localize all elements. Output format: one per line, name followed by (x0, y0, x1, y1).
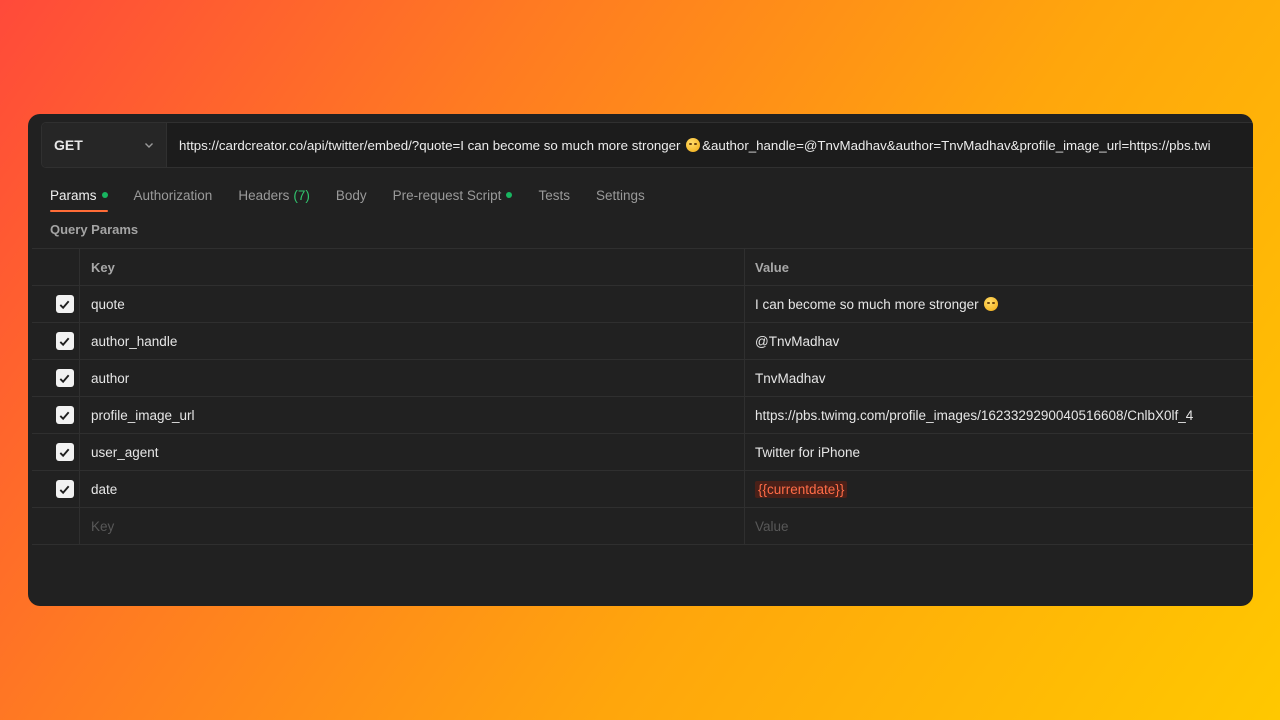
checkmark-icon (59, 300, 70, 309)
new-key-input[interactable]: Key (80, 508, 745, 544)
checkmark-icon (59, 374, 70, 383)
param-value-cell[interactable]: {{currentdate}} (745, 471, 1253, 507)
grinning-face-emoji-icon (686, 138, 701, 152)
tab-label: Authorization (133, 187, 213, 203)
table-row: date {{currentdate}} (32, 471, 1253, 508)
checkmark-icon (59, 411, 70, 420)
param-value-cell[interactable]: I can become so much more stronger (745, 286, 1253, 322)
table-row: user_agent Twitter for iPhone (32, 434, 1253, 471)
checkmark-icon (59, 448, 70, 457)
tab-label: Body (335, 187, 367, 203)
table-row: profile_image_url https://pbs.twimg.com/… (32, 397, 1253, 434)
value-column-header: Value (755, 259, 789, 275)
url-bar: GET https://cardcreator.co/api/twitter/e… (41, 122, 1253, 168)
active-tab-indicator (50, 210, 108, 212)
param-key-cell[interactable]: date (80, 471, 745, 507)
param-key-cell[interactable]: user_agent (80, 434, 745, 470)
param-checkbox[interactable] (55, 443, 74, 461)
param-checkbox[interactable] (55, 406, 74, 424)
status-dot (506, 192, 513, 198)
variable-token: {{currentdate}} (755, 480, 848, 498)
param-checkbox[interactable] (55, 295, 74, 313)
param-key-cell[interactable]: profile_image_url (80, 397, 745, 433)
header-checkbox-cell (32, 249, 80, 285)
query-params-table: Key Value quote I can become so much mor… (32, 248, 1253, 545)
table-row: quote I can become so much more stronger (32, 286, 1253, 323)
checkbox-cell (32, 323, 80, 359)
param-checkbox[interactable] (55, 369, 74, 387)
param-key-cell[interactable]: author_handle (80, 323, 745, 359)
query-params-title: Query Params (50, 222, 139, 237)
table-row-new: Key Value (32, 508, 1253, 545)
headers-count-badge: (7) (293, 187, 310, 203)
param-key-cell[interactable]: author (80, 360, 745, 396)
checkbox-cell (32, 508, 80, 544)
param-value-cell[interactable]: TnvMadhav (745, 360, 1253, 396)
grinning-face-emoji-icon (984, 297, 999, 311)
tab-authorization[interactable]: Authorization (134, 186, 213, 204)
tab-body[interactable]: Body (336, 186, 367, 204)
url-text-prefix: https://cardcreator.co/api/twitter/embed… (179, 137, 685, 153)
method-label: GET (54, 137, 83, 153)
param-value-text: I can become so much more stronger (755, 296, 983, 312)
tab-headers[interactable]: Headers (7) (238, 186, 310, 204)
checkmark-icon (59, 337, 70, 346)
tab-label: Headers (238, 187, 290, 203)
param-value-cell[interactable]: Twitter for iPhone (745, 434, 1253, 470)
tab-tests[interactable]: Tests (538, 186, 570, 204)
checkmark-icon (59, 485, 70, 494)
checkbox-cell (32, 360, 80, 396)
request-tabs: Params Authorization Headers (7) Body Pr… (50, 186, 671, 212)
table-row: author_handle @TnvMadhav (32, 323, 1253, 360)
tab-settings[interactable]: Settings (596, 186, 645, 204)
tab-label: Pre-request Script (392, 187, 502, 203)
tab-label: Params (50, 187, 97, 203)
tab-params[interactable]: Params (50, 186, 108, 212)
param-checkbox[interactable] (55, 332, 74, 350)
table-header-row: Key Value (32, 249, 1253, 286)
new-value-input[interactable]: Value (745, 508, 1253, 544)
chevron-down-icon (145, 143, 153, 148)
key-column-header: Key (80, 249, 745, 285)
param-value-cell[interactable]: @TnvMadhav (745, 323, 1253, 359)
param-value-cell[interactable]: https://pbs.twimg.com/profile_images/162… (745, 397, 1253, 433)
tab-label: Settings (595, 187, 645, 203)
checkbox-cell (32, 471, 80, 507)
tab-label: Tests (538, 187, 570, 203)
checkbox-cell (32, 397, 80, 433)
status-dot (101, 192, 108, 198)
request-window: GET https://cardcreator.co/api/twitter/e… (28, 114, 1253, 606)
param-checkbox[interactable] (55, 480, 74, 498)
checkbox-cell (32, 286, 80, 322)
method-select[interactable]: GET (42, 123, 167, 167)
url-text-suffix: &author_handle=@TnvMadhav&author=TnvMadh… (702, 137, 1211, 153)
param-key-cell[interactable]: quote (80, 286, 745, 322)
checkbox-cell (32, 434, 80, 470)
url-input[interactable]: https://cardcreator.co/api/twitter/embed… (167, 123, 1253, 167)
table-row: author TnvMadhav (32, 360, 1253, 397)
tab-pre-request-script[interactable]: Pre-request Script (393, 186, 513, 204)
